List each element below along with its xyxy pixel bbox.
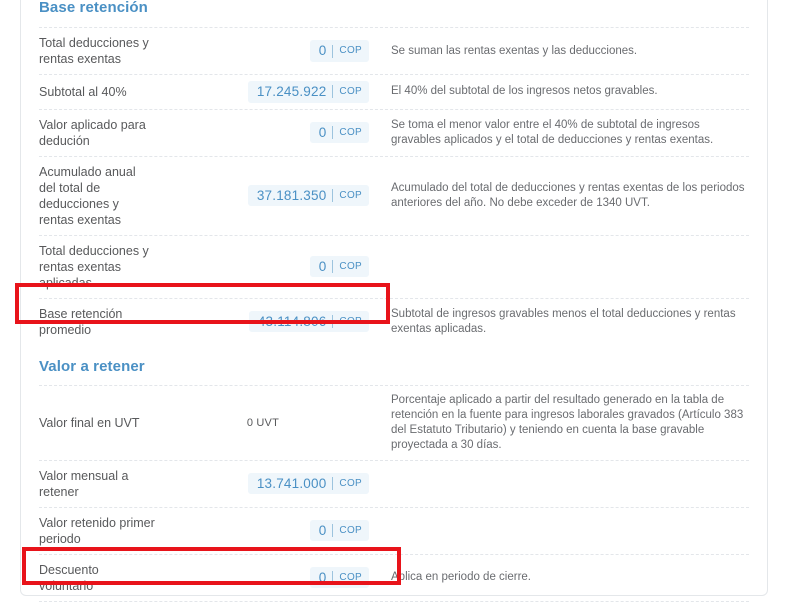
row-value: 0 COP <box>155 34 377 68</box>
row-value: 37.181.350 COP <box>155 179 377 213</box>
row-value: 13.741.000 COP <box>155 602 377 606</box>
amount-chip: 17.245.922 COP <box>247 81 369 103</box>
row-value: 0 COP <box>155 250 377 284</box>
currency-label: COP <box>339 260 362 272</box>
currency-label: COP <box>339 189 362 201</box>
row-label: Valor retenido primer periodo <box>39 515 155 546</box>
amount-chip: 0 COP <box>309 40 369 62</box>
chip-divider <box>332 189 334 202</box>
chip-divider <box>332 477 334 490</box>
amount-value: 13.741.000 <box>256 475 327 491</box>
uvt-value: 0 UVT <box>246 416 279 429</box>
table-row[interactable]: Valor final en UVT 0 UVT Porcentaje apli… <box>39 384 749 460</box>
amount-value: 0 <box>318 258 327 274</box>
amount-value: 17.245.922 <box>256 84 327 99</box>
row-label: Valor aplicado para dedución <box>39 117 146 148</box>
row-label: Base retención promedio <box>39 306 123 337</box>
table-row[interactable]: Descuento voluntario 0 COP Aplica en per… <box>39 553 749 601</box>
row-description: Acumulado del total de deducciones y ren… <box>391 181 745 209</box>
currency-label: COP <box>339 477 362 489</box>
chip-divider <box>332 44 334 58</box>
amount-chip: 0 COP <box>309 519 369 542</box>
amount-chip: 0 COP <box>309 255 369 278</box>
row-description: El 40% del subtotal de los ingresos neto… <box>391 85 658 98</box>
currency-label: COP <box>339 524 362 536</box>
amount-value: 37.181.350 <box>256 187 327 203</box>
table-row[interactable]: Acumulado anual del total de deducciones… <box>39 155 749 235</box>
row-label: Total deducciones y rentas exentas <box>39 36 149 66</box>
row-label: Total deducciones y rentas exentas aplic… <box>39 243 149 290</box>
row-value: 43.114.806 COP <box>155 305 377 339</box>
chip-divider <box>332 524 334 537</box>
row-label: Descuento voluntario <box>39 562 99 593</box>
currency-label: COP <box>339 45 362 56</box>
amount-chip: 0 COP <box>309 121 369 144</box>
retention-card-panel: Base retención Total deducciones y renta… <box>20 0 768 602</box>
amount-chip: 43.114.806 COP <box>248 310 369 333</box>
row-label: Subtotal al 40% <box>39 84 127 99</box>
amount-value: 0 <box>318 522 327 538</box>
row-description <box>377 524 749 538</box>
row-value: 17.245.922 COP <box>155 75 377 109</box>
table-row[interactable]: Valor aplicado para dedución 0 COP Se to… <box>39 108 749 156</box>
amount-chip: 13.741.000 COP <box>247 472 369 495</box>
row-value: 0 UVT <box>155 411 377 435</box>
row-description <box>377 260 749 274</box>
currency-label: COP <box>339 315 362 327</box>
row-description: Subtotal de ingresos gravables menos el … <box>391 307 736 335</box>
chip-divider <box>332 85 334 99</box>
retention-summary-screen: Base retención Total deducciones y renta… <box>0 0 786 606</box>
row-label: Valor mensual a retener <box>39 468 129 499</box>
row-value: 0 COP <box>155 116 377 150</box>
row-label: Valor final en UVT <box>39 415 140 430</box>
row-description: Se suman las rentas exentas y las deducc… <box>391 44 638 57</box>
table-row[interactable]: Valor retenido primer periodo 0 COP <box>39 506 749 554</box>
table-row-valor-a-retener[interactable]: Valor a retener 13.741.000 COP <box>39 600 749 606</box>
row-description <box>377 477 749 491</box>
row-label: Acumulado anual del total de deducciones… <box>39 164 136 227</box>
table-row[interactable]: Valor mensual a retener 13.741.000 COP <box>39 459 749 507</box>
row-value: 13.741.000 COP <box>155 467 377 501</box>
section-title-valor-a-retener: Valor a retener <box>39 357 145 375</box>
row-description: Aplica en periodo de cierre. <box>391 571 531 583</box>
table-row-base-retencion-promedio[interactable]: Base retención promedio 43.114.806 COP S… <box>39 297 749 345</box>
amount-value: 0 <box>318 124 327 140</box>
amount-value: 43.114.806 <box>257 313 327 329</box>
table-row[interactable]: Total deducciones y rentas exentas 0 COP… <box>39 27 749 74</box>
amount-value: 0 <box>318 43 327 59</box>
row-description: Se toma el menor valor entre el 40% de s… <box>391 118 714 146</box>
currency-label: COP <box>339 126 362 138</box>
table-row[interactable]: Total deducciones y rentas exentas aplic… <box>39 234 749 298</box>
section-title-base-retencion: Base retención <box>39 0 148 16</box>
currency-label: COP <box>339 85 362 97</box>
amount-chip: 0 COP <box>309 566 369 589</box>
amount-chip: 37.181.350 COP <box>247 184 369 207</box>
row-value: 0 COP <box>155 514 377 548</box>
chip-divider <box>332 260 334 273</box>
table-row[interactable]: Subtotal al 40% 17.245.922 COP El 40% de… <box>39 74 749 109</box>
currency-label: COP <box>339 571 362 583</box>
row-value: 0 COP <box>155 561 377 595</box>
chip-divider <box>332 315 334 328</box>
chip-divider <box>332 126 334 139</box>
chip-divider <box>332 571 334 584</box>
amount-value: 0 <box>318 569 327 585</box>
retention-card-body: Base retención Total deducciones y renta… <box>21 0 767 606</box>
row-description: Porcentaje aplicado a partir del resulta… <box>391 393 744 451</box>
